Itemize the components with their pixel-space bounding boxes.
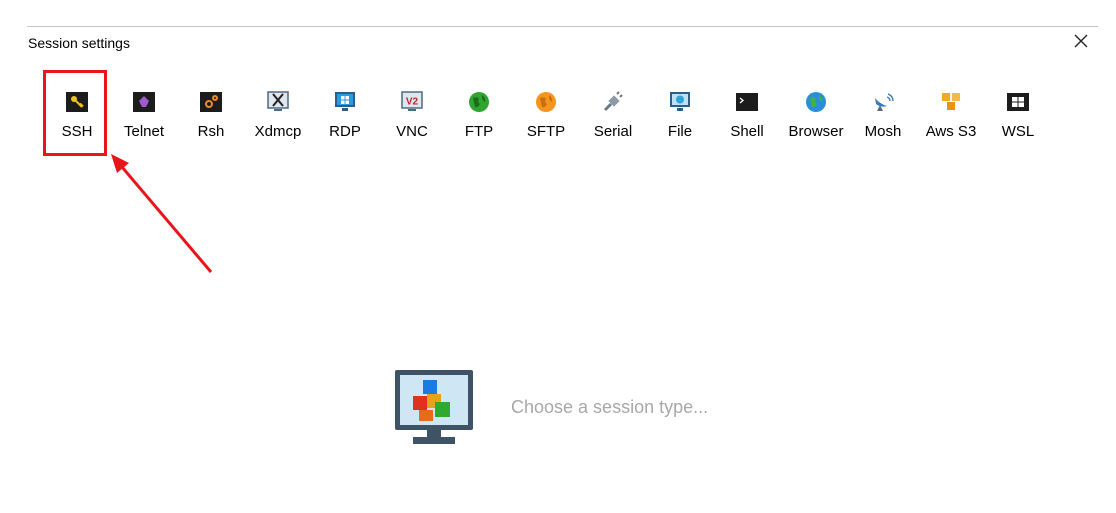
annotation-arrow-icon [111, 154, 213, 273]
choose-session-placeholder: Choose a session type... [511, 397, 709, 417]
monitor-cubes-icon [395, 370, 473, 444]
